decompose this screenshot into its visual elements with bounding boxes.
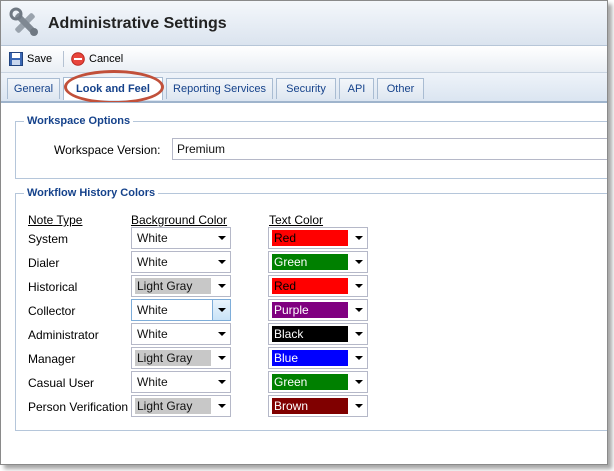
note-type-label: Historical [28, 280, 78, 294]
text-color-select[interactable]: Red [268, 227, 368, 249]
note-type-label: Collector [28, 304, 76, 318]
workspace-version-label: Workspace Version: [54, 143, 161, 157]
save-icon [9, 52, 23, 66]
chevron-down-icon[interactable] [213, 276, 230, 296]
tab-label: Look and Feel [76, 83, 150, 95]
text-color-select-value: Red [272, 230, 348, 246]
wrench-screwdriver-icon [9, 7, 38, 36]
workspace-version-field[interactable]: Premium [172, 138, 607, 160]
tab-general[interactable]: General [7, 78, 60, 99]
chevron-down-icon[interactable] [213, 348, 230, 368]
text-color-select[interactable]: Purple [268, 299, 368, 321]
tab-label: Reporting Services [173, 83, 266, 95]
note-type-label: Dialer [28, 256, 60, 270]
chevron-down-icon[interactable] [212, 300, 230, 320]
chevron-down-icon[interactable] [350, 276, 367, 296]
text-color-select-value: Green [272, 374, 348, 390]
save-label: Save [27, 53, 53, 65]
title-bar: Administrative Settings [1, 1, 607, 46]
note-type-header: Note Type [28, 213, 83, 227]
chevron-down-icon[interactable] [350, 348, 367, 368]
text-color-select[interactable]: Blue [268, 347, 368, 369]
chevron-down-icon[interactable] [350, 228, 367, 248]
chevron-down-icon[interactable] [350, 252, 367, 272]
background-color-select-value: White [137, 231, 168, 245]
text-color-select-value: Purple [272, 302, 348, 318]
text-color-select[interactable]: Black [268, 323, 368, 345]
background-color-select[interactable]: White [131, 299, 231, 321]
note-type-label: Manager [28, 352, 76, 366]
note-type-label: System [28, 232, 69, 246]
text-color-header: Text Color [269, 213, 324, 227]
background-color-select[interactable]: White [131, 251, 231, 273]
background-color-select-value: White [137, 303, 168, 317]
background-color-select-value: Light Gray [135, 350, 211, 366]
workspace-options-legend: Workspace Options [27, 115, 131, 127]
text-color-select[interactable]: Brown [268, 395, 368, 417]
background-color-select[interactable]: White [131, 323, 231, 345]
text-color-select-value: Red [272, 278, 348, 294]
tab-label: Security [286, 83, 326, 95]
chevron-down-icon[interactable] [350, 324, 367, 344]
settings-window: Administrative Settings Save Cancel Gene… [0, 0, 608, 465]
window-title: Administrative Settings [48, 15, 227, 32]
background-color-select[interactable]: White [131, 227, 231, 249]
text-color-select-value: Green [272, 254, 348, 270]
workflow-history-colors-legend: Workflow History Colors [27, 187, 156, 199]
toolbar: Save Cancel [1, 46, 607, 73]
tab-label: Other [386, 83, 415, 95]
chevron-down-icon[interactable] [350, 372, 367, 392]
cancel-label: Cancel [89, 53, 124, 65]
tab-reporting-services[interactable]: Reporting Services [166, 78, 273, 99]
text-color-select-value: Blue [272, 350, 348, 366]
tab-panel-look-and-feel: Workspace Options Workspace Version: Pre… [1, 102, 607, 464]
text-color-select-value: Black [272, 326, 348, 342]
tab-label: General [13, 83, 54, 95]
background-color-select-value: White [137, 375, 168, 389]
text-color-select-value: Brown [272, 398, 348, 414]
tab-api[interactable]: API [339, 78, 374, 99]
tab-security[interactable]: Security [276, 78, 336, 99]
text-color-select[interactable]: Green [268, 371, 368, 393]
chevron-down-icon[interactable] [350, 396, 367, 416]
background-color-select[interactable]: White [131, 371, 231, 393]
text-color-select[interactable]: Red [268, 275, 368, 297]
background-color-select[interactable]: Light Gray [131, 347, 231, 369]
workspace-version-value: Premium [177, 142, 226, 156]
cancel-icon [71, 52, 85, 66]
background-color-select-value: Light Gray [135, 398, 211, 414]
background-color-select[interactable]: Light Gray [131, 275, 231, 297]
chevron-down-icon[interactable] [350, 300, 367, 320]
note-type-label: Person Verification [28, 400, 129, 414]
tab-look-and-feel[interactable]: Look and Feel [63, 77, 163, 100]
chevron-down-icon[interactable] [213, 396, 230, 416]
toolbar-separator [63, 51, 64, 67]
chevron-down-icon[interactable] [213, 324, 230, 344]
tab-other[interactable]: Other [377, 78, 424, 99]
chevron-down-icon[interactable] [213, 252, 230, 272]
background-color-select-value: White [137, 327, 168, 341]
tab-strip: General Look and Feel Reporting Services… [1, 73, 607, 102]
background-color-select-value: Light Gray [135, 278, 211, 294]
chevron-down-icon[interactable] [213, 372, 230, 392]
background-color-select[interactable]: Light Gray [131, 395, 231, 417]
text-color-select[interactable]: Green [268, 251, 368, 273]
note-type-label: Administrator [28, 328, 99, 342]
save-button[interactable]: Save [9, 51, 52, 67]
background-color-select-value: White [137, 255, 168, 269]
tab-label: API [347, 83, 366, 95]
note-type-label: Casual User [28, 376, 95, 390]
chevron-down-icon[interactable] [213, 228, 230, 248]
background-color-header: Background Color [131, 213, 228, 227]
cancel-button[interactable]: Cancel [71, 51, 123, 67]
